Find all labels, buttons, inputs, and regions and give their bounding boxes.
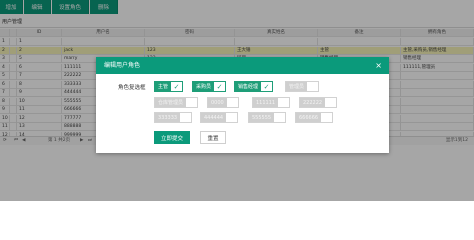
check-icon	[186, 98, 198, 107]
role-checkbox[interactable]: 333333	[154, 112, 193, 123]
submit-button[interactable]: 立即提交	[154, 131, 190, 144]
role-checkbox[interactable]: 管理员	[285, 81, 320, 92]
role-checkbox[interactable]: 666666	[295, 112, 334, 123]
edit-user-role-dialog: 编辑用户角色 × 角色复选框 主管 ✓ 采购员 ✓ 销售经理 ✓ 管理员 仓库管理员 …	[96, 57, 389, 153]
role-checkbox-text: 0000	[208, 98, 227, 107]
role-checkbox-text: 333333	[155, 113, 181, 122]
reset-button[interactable]: 重置	[200, 131, 226, 144]
check-icon	[274, 113, 286, 122]
role-checkbox-text: 555555	[249, 113, 275, 122]
check-icon	[307, 82, 319, 91]
role-checkbox-text: 仓库管理员	[155, 98, 187, 107]
check-icon	[278, 98, 290, 107]
role-checkbox[interactable]: 0000	[207, 97, 239, 108]
check-icon	[226, 98, 238, 107]
role-checkbox[interactable]: 采购员 ✓	[192, 81, 227, 92]
check-icon	[325, 98, 337, 107]
check-icon	[180, 113, 192, 122]
dialog-title: 编辑用户角色	[104, 62, 141, 69]
check-icon: ✓	[263, 82, 270, 91]
check-icon	[226, 113, 238, 122]
role-checkbox-text: 222222	[300, 98, 326, 107]
role-checkbox[interactable]: 555555	[248, 112, 287, 123]
role-checkbox-text: 666666	[296, 113, 322, 122]
role-checkbox-text: 管理员	[286, 82, 308, 91]
role-checkbox[interactable]: 444444	[200, 112, 239, 123]
role-checkbox[interactable]: 销售经理 ✓	[234, 81, 274, 92]
role-checkbox-text: 444444	[201, 113, 227, 122]
check-icon	[321, 113, 333, 122]
role-checkbox[interactable]: 主管 ✓	[154, 81, 184, 92]
check-icon: ✓	[216, 82, 223, 91]
check-icon: ✓	[173, 82, 180, 91]
role-checkbox-text: 主管	[155, 82, 172, 91]
role-checkbox-text: 采购员	[193, 82, 215, 91]
role-checkbox-text: 111111	[253, 98, 279, 107]
dialog-header: 编辑用户角色	[96, 57, 389, 74]
role-checkbox-label: 角色复选框	[118, 85, 146, 91]
role-checkbox[interactable]: 仓库管理员	[154, 97, 199, 108]
role-checkbox-text: 销售经理	[235, 82, 262, 91]
close-icon[interactable]: ×	[375, 57, 382, 74]
role-checkbox[interactable]: 222222	[299, 97, 338, 108]
role-checkbox[interactable]: 111111	[252, 97, 291, 108]
